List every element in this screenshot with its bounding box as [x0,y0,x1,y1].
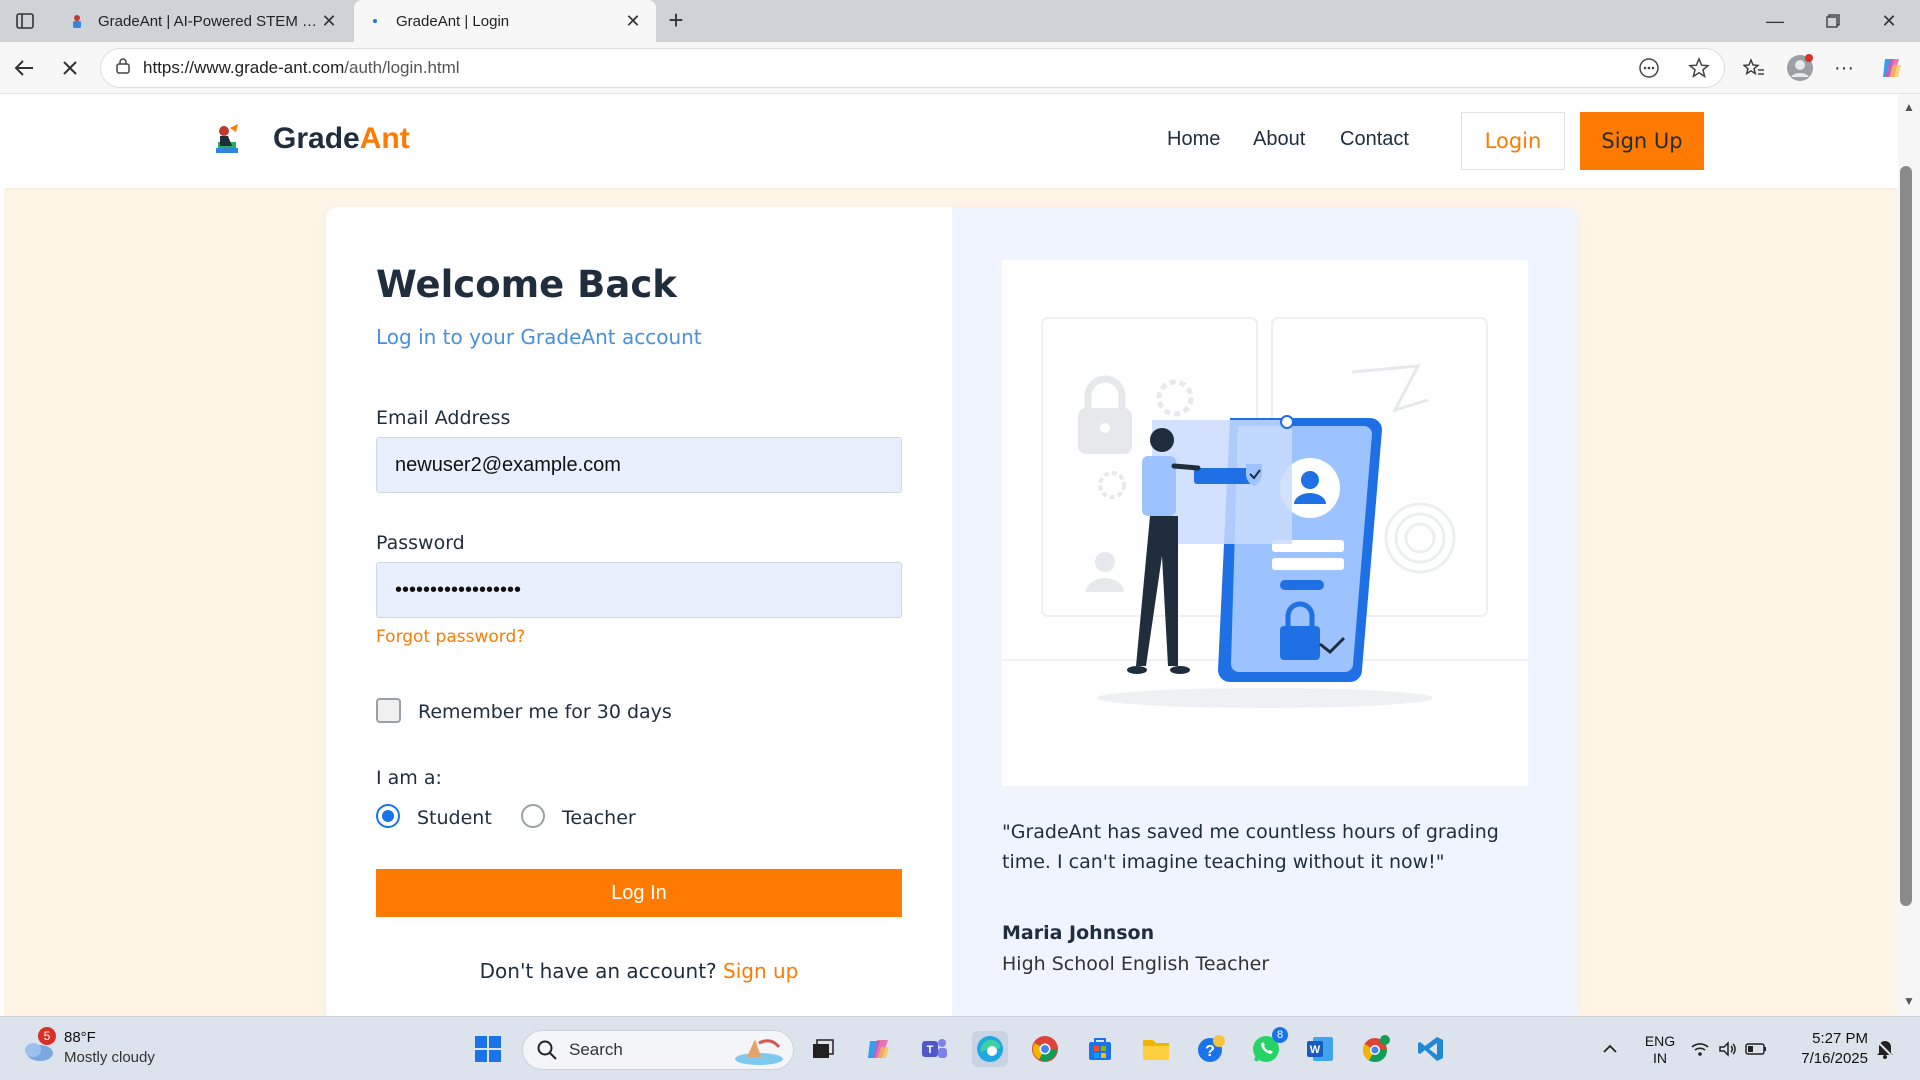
secure-login-illustration-icon [1002,317,1528,708]
page-viewport: GradeAnt Home About Contact Login Sign U… [4,94,1898,1016]
teams-icon[interactable]: T [916,1031,952,1067]
language-indicator[interactable]: ENG IN [1642,1033,1678,1067]
windows-start-icon[interactable] [470,1031,506,1067]
scrollbar-thumb[interactable] [1900,166,1912,906]
email-label: Email Address [376,407,511,429]
chevron-up-icon[interactable] [1592,1031,1628,1067]
tab-title: GradeAnt | AI-Powered STEM Hom [98,12,318,30]
file-explorer-icon[interactable] [1138,1031,1174,1067]
favorites-list-icon[interactable] [1738,52,1770,84]
browser-toolbar: https://www.grade-ant.com/auth/login.htm… [0,42,1920,94]
read-aloud-icon[interactable] [1638,57,1660,84]
log-in-button[interactable]: Log In [376,869,902,917]
nav-about[interactable]: About [1253,128,1305,151]
microsoft-store-icon[interactable] [1082,1031,1118,1067]
whatsapp-icon[interactable]: 8 [1248,1027,1288,1067]
header-signup-button[interactable]: Sign Up [1580,112,1704,170]
email-field[interactable] [376,437,902,493]
nav-home[interactable]: Home [1167,128,1220,151]
scroll-up-arrow-icon[interactable]: ▲ [1898,100,1920,118]
tab-gradeant-home[interactable]: GradeAnt | AI-Powered STEM Hom ✕ [56,0,352,42]
browser-tab-bar: GradeAnt | AI-Powered STEM Hom ✕ GradeAn… [0,0,1920,42]
testimonial-panel: "GradeAnt has saved me countless hours o… [952,207,1578,1016]
svg-text:T: T [927,1044,934,1056]
back-arrow-icon[interactable] [8,52,40,84]
search-label: Search [569,1040,623,1059]
testimonial-quote: "GradeAnt has saved me countless hours o… [1002,821,1499,873]
battery-icon[interactable] [1744,1031,1768,1067]
signup-link[interactable]: Sign up [723,959,798,983]
login-card: Welcome Back Log in to your GradeAnt acc… [326,207,1578,1016]
search-highlight-icon [735,1039,783,1065]
tab-gradeant-login[interactable]: GradeAnt | Login ✕ [354,0,656,42]
student-radio-label[interactable]: Student [417,807,492,829]
testimonial-author-role: High School English Teacher [1002,953,1270,975]
teacher-radio-label[interactable]: Teacher [562,807,636,829]
remember-me-label[interactable]: Remember me for 30 days [418,701,672,723]
page-title: Welcome Back [376,263,677,306]
profile-avatar-icon[interactable] [1784,52,1816,84]
brand-name[interactable]: GradeAnt [273,122,410,156]
gradeant-logo-icon[interactable] [208,122,246,160]
close-tab-icon[interactable]: ✕ [622,10,644,32]
copilot-icon[interactable] [1876,52,1908,84]
loading-favicon-icon [366,12,384,30]
page-subtitle: Log in to your GradeAnt account [376,325,702,349]
favorite-star-icon[interactable] [1688,57,1710,84]
get-help-icon[interactable]: ? [1193,1031,1229,1067]
weather-alert-badge: 5 [38,1027,56,1045]
word-icon[interactable]: W [1302,1031,1338,1067]
remember-me-checkbox[interactable] [376,698,401,723]
url-text: https://www.grade-ant.com/auth/login.htm… [143,58,460,77]
password-field[interactable] [376,562,902,618]
login-form-panel: Welcome Back Log in to your GradeAnt acc… [326,207,952,1016]
weather-widget[interactable]: 5 88°F Mostly cloudy [20,1027,170,1071]
password-label: Password [376,532,465,554]
signup-prompt: Don't have an account? Sign up [479,959,799,983]
svg-text:W: W [1310,1044,1321,1056]
forgot-password-link[interactable]: Forgot password? [376,627,525,647]
more-menu-icon[interactable]: ··· [1828,52,1860,84]
whatsapp-badge: 8 [1272,1027,1288,1043]
scroll-down-arrow-icon[interactable]: ▼ [1898,994,1920,1012]
gradeant-favicon-icon [68,12,86,30]
close-window-icon[interactable]: ✕ [1866,6,1912,36]
stop-loading-icon[interactable] [54,52,86,84]
student-radio[interactable] [376,804,400,828]
site-header: GradeAnt Home About Contact Login Sign U… [4,94,1898,188]
login-illustration [1002,260,1528,786]
weather-condition: Mostly cloudy [64,1049,155,1066]
new-tab-icon[interactable]: + [662,7,690,35]
minimize-icon[interactable]: — [1752,6,1798,36]
taskbar-search[interactable]: Search [522,1030,794,1070]
address-bar[interactable]: https://www.grade-ant.com/auth/login.htm… [100,48,1725,88]
system-clock[interactable]: 5:27 PM 7/16/2025 [1801,1029,1868,1069]
close-tab-icon[interactable]: ✕ [318,10,340,32]
header-login-button[interactable]: Login [1461,112,1565,170]
edge-browser-icon[interactable] [972,1031,1008,1067]
tab-title: GradeAnt | Login [396,12,510,30]
weather-temp: 88°F [64,1029,96,1046]
site-info-icon[interactable] [115,57,131,80]
chrome-profile-icon[interactable] [1358,1031,1394,1067]
tab-actions-icon[interactable] [12,9,38,33]
teacher-radio[interactable] [521,804,545,828]
restore-icon[interactable] [1810,6,1856,36]
wifi-icon[interactable] [1688,1031,1712,1067]
task-view-icon[interactable] [805,1031,841,1067]
copilot-app-icon[interactable] [861,1031,897,1067]
svg-text:?: ? [1205,1043,1215,1060]
role-label: I am a: [376,767,442,789]
volume-icon[interactable] [1716,1031,1740,1067]
windows-taskbar: 5 88°F Mostly cloudy Search T ? 8 W ENG … [0,1016,1920,1080]
nav-contact[interactable]: Contact [1340,128,1409,151]
vscode-icon[interactable] [1413,1031,1449,1067]
chrome-icon[interactable] [1027,1031,1063,1067]
notification-bell-icon[interactable] [1870,1031,1900,1067]
search-icon [537,1040,557,1060]
testimonial-author: Maria Johnson [1002,922,1155,944]
